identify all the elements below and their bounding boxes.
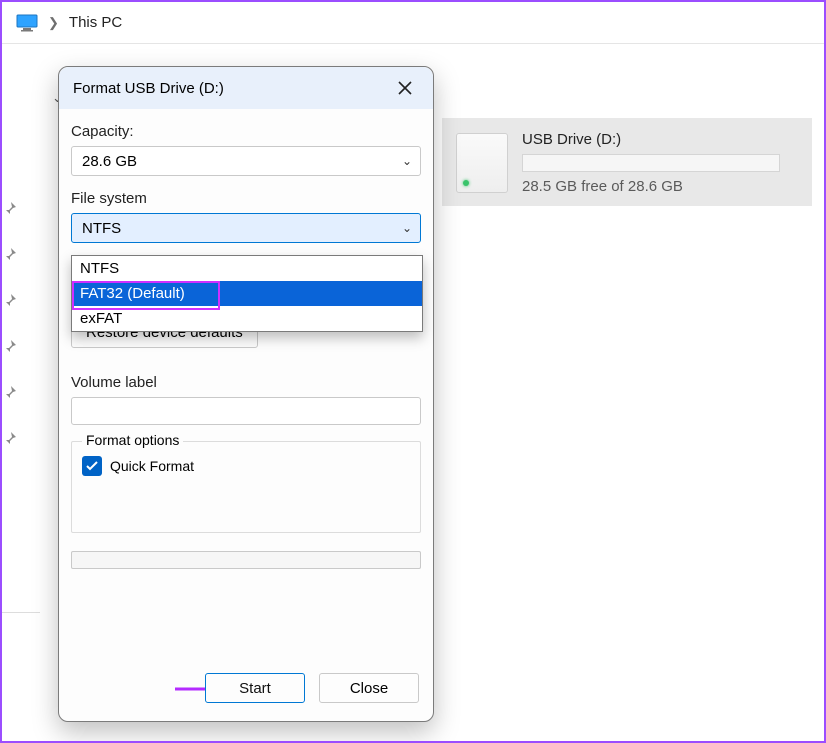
start-button[interactable]: Start xyxy=(205,673,305,703)
filesystem-label: File system xyxy=(71,190,421,207)
format-options-group: Format options Quick Format xyxy=(71,441,421,533)
drive-icon xyxy=(456,133,508,193)
breadcrumb-location[interactable]: This PC xyxy=(69,14,122,31)
drive-info: USB Drive (D:) 28.5 GB free of 28.6 GB xyxy=(522,130,798,196)
capacity-label: Capacity: xyxy=(71,123,421,140)
drive-name: USB Drive (D:) xyxy=(522,131,798,148)
filesystem-option-ntfs[interactable]: NTFS xyxy=(72,256,422,281)
drive-usage-bar xyxy=(522,154,780,172)
volume-label-input[interactable] xyxy=(71,397,421,425)
close-icon xyxy=(398,81,412,95)
dialog-button-row: Start Close xyxy=(59,673,433,703)
quick-format-checkbox[interactable] xyxy=(82,456,102,476)
pin-icon xyxy=(2,292,18,308)
filesystem-value: NTFS xyxy=(82,220,402,237)
filesystem-option-fat32[interactable]: FAT32 (Default) xyxy=(72,281,422,306)
dialog-titlebar[interactable]: Format USB Drive (D:) xyxy=(59,67,433,109)
format-dialog: Format USB Drive (D:) Capacity: 28.6 GB … xyxy=(58,66,434,722)
pin-icon xyxy=(2,200,18,216)
drive-card-usb[interactable]: USB Drive (D:) 28.5 GB free of 28.6 GB xyxy=(442,118,812,206)
breadcrumb: ❯ This PC xyxy=(2,2,824,44)
close-dialog-button[interactable]: Close xyxy=(319,673,419,703)
this-pc-icon xyxy=(16,14,38,32)
filesystem-select[interactable]: NTFS ⌄ xyxy=(71,213,421,243)
filesystem-option-exfat[interactable]: exFAT xyxy=(72,306,422,331)
quick-format-row[interactable]: Quick Format xyxy=(82,456,410,476)
close-button[interactable] xyxy=(387,72,423,104)
capacity-select[interactable]: 28.6 GB ⌄ xyxy=(71,146,421,176)
pin-icon xyxy=(2,338,18,354)
chevron-down-icon: ⌄ xyxy=(402,154,412,168)
volume-label-block: Volume label xyxy=(71,374,421,425)
check-icon xyxy=(86,461,98,471)
pin-icon xyxy=(2,384,18,400)
pin-icon xyxy=(2,430,18,446)
dialog-title: Format USB Drive (D:) xyxy=(73,80,387,97)
drive-free-text: 28.5 GB free of 28.6 GB xyxy=(522,178,798,195)
filesystem-dropdown: NTFS FAT32 (Default) exFAT xyxy=(71,255,423,332)
pin-icon xyxy=(2,246,18,262)
quick-format-label: Quick Format xyxy=(110,458,194,474)
chevron-down-icon: ⌄ xyxy=(402,221,412,235)
pinned-rail xyxy=(2,200,18,446)
format-progress-bar xyxy=(71,551,421,569)
format-options-legend: Format options xyxy=(82,432,183,448)
capacity-value: 28.6 GB xyxy=(82,153,402,170)
dialog-body: Capacity: 28.6 GB ⌄ File system NTFS ⌄ N… xyxy=(59,109,433,569)
nav-divider xyxy=(2,612,40,613)
volume-label: Volume label xyxy=(71,374,421,391)
breadcrumb-chevron-icon: ❯ xyxy=(48,15,59,31)
window-frame: ❯ This PC ⌄ USB Drive (D:) 28.5 GB free … xyxy=(0,0,826,743)
